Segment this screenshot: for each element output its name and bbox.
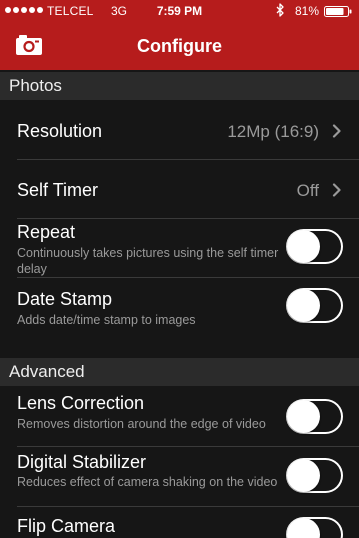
digital-stabilizer-row: Digital Stabilizer Reduces effect of cam… — [0, 447, 359, 507]
lens-correction-toggle[interactable] — [286, 399, 343, 434]
toggle-knob — [287, 400, 320, 433]
battery-icon — [324, 6, 352, 17]
battery-percent: 81% — [295, 4, 320, 18]
chevron-right-icon — [332, 124, 341, 138]
flip-camera-label: Flip Camera — [17, 516, 116, 536]
header: TELCEL 3G 7:59 PM 81% Configure — [0, 0, 359, 70]
self-timer-label: Self Timer — [17, 180, 99, 200]
nav-bar: Configure — [0, 22, 359, 70]
configure-screen: TELCEL 3G 7:59 PM 81% Configure Photos R… — [0, 0, 359, 538]
chevron-right-icon — [332, 183, 341, 197]
digital-stabilizer-toggle[interactable] — [286, 458, 343, 493]
flip-camera-row: Flip Camera — [0, 507, 359, 538]
resolution-label: Resolution — [17, 121, 103, 141]
repeat-toggle[interactable] — [286, 229, 343, 264]
digital-stabilizer-description: Reduces effect of camera shaking on the … — [17, 475, 278, 489]
resolution-row[interactable]: Resolution 12Mp (16:9) — [0, 100, 359, 160]
date-stamp-row: Date Stamp Adds date/time stamp to image… — [0, 278, 359, 334]
repeat-description: Continuously takes pictures using the se… — [17, 246, 279, 276]
lens-correction-description: Removes distortion around the edge of vi… — [17, 417, 266, 431]
date-stamp-description: Adds date/time stamp to images — [17, 313, 196, 327]
repeat-label: Repeat — [17, 222, 76, 242]
self-timer-value: Off — [296, 181, 319, 200]
self-timer-row[interactable]: Self Timer Off — [0, 160, 359, 219]
date-stamp-label: Date Stamp — [17, 289, 113, 309]
bluetooth-icon — [276, 3, 284, 17]
section-header-photos: Photos — [0, 72, 359, 100]
page-title: Configure — [137, 36, 222, 56]
digital-stabilizer-label: Digital Stabilizer — [17, 452, 147, 472]
section-header-advanced: Advanced — [0, 358, 359, 386]
flip-camera-toggle[interactable] — [286, 517, 343, 538]
toggle-knob — [287, 230, 320, 263]
toggle-knob — [287, 289, 320, 322]
resolution-value: 12Mp (16:9) — [227, 122, 319, 141]
status-bar: TELCEL 3G 7:59 PM 81% — [0, 0, 359, 22]
date-stamp-toggle[interactable] — [286, 288, 343, 323]
repeat-row: Repeat Continuously takes pictures using… — [0, 219, 359, 278]
lens-correction-label: Lens Correction — [17, 393, 145, 413]
toggle-knob — [287, 459, 320, 492]
lens-correction-row: Lens Correction Removes distortion aroun… — [0, 386, 359, 447]
